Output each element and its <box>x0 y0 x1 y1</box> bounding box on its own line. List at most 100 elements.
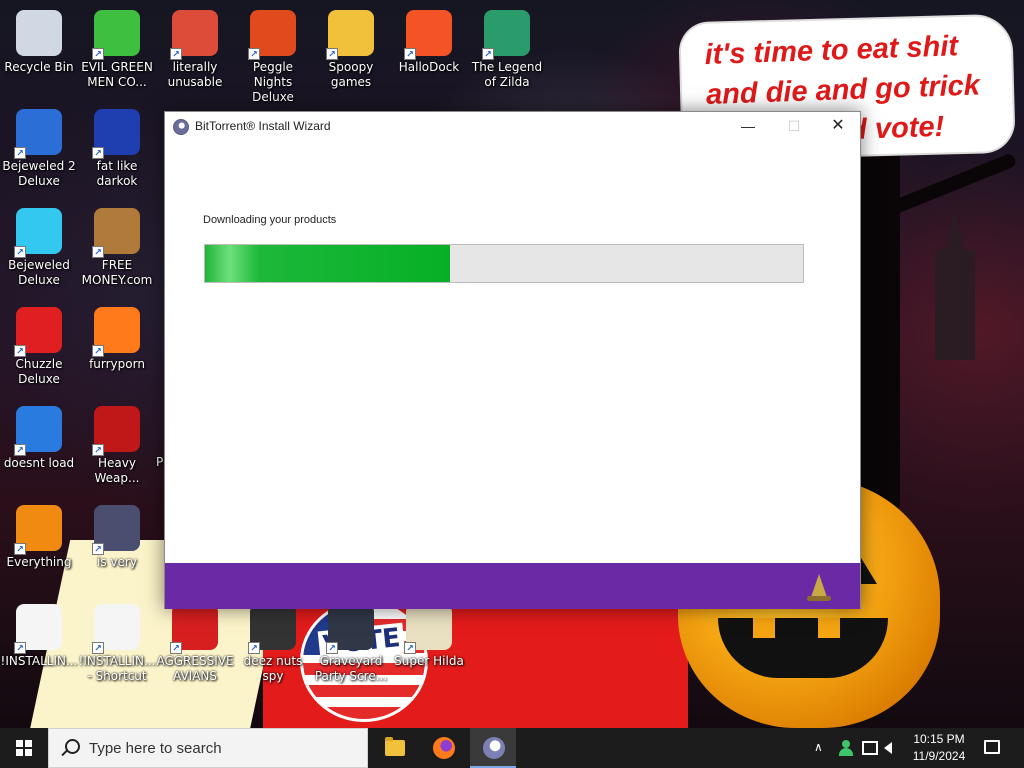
shortcut-arrow-icon: ↗ <box>326 642 338 654</box>
bejeweled-2-icon: ↗ <box>14 109 62 159</box>
search-icon <box>61 739 80 757</box>
shortcut-arrow-icon: ↗ <box>92 642 104 654</box>
download-status-text: Downloading your products <box>203 214 337 226</box>
graveyard-icon: ↗ <box>326 604 374 654</box>
shortcut-arrow-icon: ↗ <box>170 48 182 60</box>
radiation-icon: ↗ <box>92 406 140 456</box>
show-hidden-icons-button[interactable]: ∧ <box>814 740 830 756</box>
desktop-icon[interactable]: ↗ Super Hilda <box>390 598 468 690</box>
people-icon[interactable] <box>838 740 854 756</box>
firefox-icon: ↗ <box>92 307 140 357</box>
taskbar-bittorrent[interactable] <box>470 728 516 768</box>
document-icon: ↗ <box>14 604 62 654</box>
windows-logo-icon: ↗ <box>404 10 452 60</box>
windows-logo-icon <box>16 740 32 756</box>
minimize-button[interactable]: — <box>725 112 771 142</box>
desktop-icon-label: AGGRESSIVE AVIANS <box>156 654 234 683</box>
partial-icon-label: P <box>156 455 164 469</box>
desktop-icon-label: fat like darkok <box>96 159 138 188</box>
desktop-icon[interactable]: ↗ furryporn <box>78 301 156 393</box>
desktop-icon-label: Everything <box>6 555 72 569</box>
desktop-icon[interactable]: ↗ The Legend of Zilda <box>468 4 546 96</box>
desktop-icon[interactable]: ↗ Graveyard Party Scre... <box>312 598 390 690</box>
shortcut-arrow-icon: ↗ <box>92 147 104 159</box>
desktop-icon-label: EVIL GREEN MEN CO... <box>81 60 153 89</box>
chrome-icon: ↗ <box>170 10 218 60</box>
desktop-icon-label: HalloDock <box>398 60 460 74</box>
notification-center-icon[interactable] <box>984 740 1000 754</box>
desktop-icon[interactable]: ↗ is very <box>78 499 156 591</box>
desktop-icon-label: Spoopy games <box>328 60 374 89</box>
bittorrent-icon <box>483 737 505 759</box>
desktop-icon[interactable]: ↗ Spoopy games <box>312 4 390 96</box>
desktop-icon[interactable]: ↗ Bejeweled 2 Deluxe <box>0 103 78 195</box>
witch-hat-cursor-icon <box>807 574 831 601</box>
desktop-icon-label: Super Hilda <box>394 654 464 668</box>
money-bag-icon: ↗ <box>92 208 140 258</box>
taskbar-firefox[interactable] <box>421 728 467 768</box>
shortcut-arrow-icon: ↗ <box>92 543 104 555</box>
shortcut-arrow-icon: ↗ <box>14 246 26 258</box>
desktop-icon[interactable]: ↗ !INSTALLIN... <box>0 598 78 690</box>
desktop-icon-label: !INSTALLIN... <box>0 654 78 668</box>
desktop-icon[interactable]: ↗ !INSTALLIN... - Shortcut <box>78 598 156 690</box>
diamond-icon: ↗ <box>14 208 62 258</box>
desktop-icon-label: is very <box>97 555 137 569</box>
close-button[interactable]: ✕ <box>815 112 861 142</box>
desktop-icon-label: Graveyard Party Scre... <box>314 654 388 683</box>
desktop-icon[interactable]: ↗ Chuzzle Deluxe <box>0 301 78 393</box>
desktop-icon[interactable]: ↗ fat like darkok <box>78 103 156 195</box>
bittorrent-logo-icon <box>173 119 189 135</box>
shortcut-arrow-icon: ↗ <box>14 543 26 555</box>
shortcut-arrow-icon: ↗ <box>170 642 182 654</box>
clock-time: 10:15 PM <box>913 732 965 746</box>
desktop-icon[interactable]: ↗ Bejeweled Deluxe <box>0 202 78 294</box>
desktop-icon[interactable]: ↗ HalloDock <box>390 4 468 96</box>
taskbar-clock[interactable]: 10:15 PM 11/9/2024 <box>904 731 974 765</box>
desktop-icon-label: FREE MONEY.com <box>81 258 153 287</box>
window-title: BitTorrent® Install Wizard <box>195 119 331 133</box>
desktop-icon[interactable]: ↗ doesnt load <box>0 400 78 492</box>
desktop-icon[interactable]: Recycle Bin <box>0 4 78 96</box>
desktop-icon[interactable]: ↗ FREE MONEY.com <box>78 202 156 294</box>
window-stack-icon: ↗ <box>248 604 296 654</box>
desktop-icon[interactable]: ↗ Peggle Nights Deluxe <box>234 4 312 104</box>
window-footer-band <box>165 563 860 609</box>
taskbar: Type here to search ∧ 10:15 PM 11/9/2024 <box>0 728 1024 768</box>
desktop-icon-label: deez nuts spy <box>243 654 303 683</box>
shortcut-arrow-icon: ↗ <box>482 48 494 60</box>
volume-icon[interactable] <box>884 742 892 754</box>
network-icon[interactable] <box>862 741 878 755</box>
desktop-icon[interactable]: ↗ Everything <box>0 499 78 591</box>
desktop-icon[interactable]: ↗ AGGRESSIVE AVIANS <box>156 598 234 690</box>
taskbar-file-explorer[interactable] <box>372 728 418 768</box>
church-silhouette <box>935 210 975 360</box>
maximize-button[interactable]: ☐ <box>771 112 817 142</box>
file-explorer-icon <box>385 737 405 756</box>
desktop-icon-label: literally unusable <box>167 60 223 89</box>
desktop-icon-label: Bejeweled Deluxe <box>8 258 70 287</box>
recycle-bin-icon <box>16 10 62 56</box>
pumpkin-mouth <box>718 618 888 678</box>
taskbar-search-box[interactable]: Type here to search <box>48 728 368 768</box>
chuzzle-icon: ↗ <box>14 307 62 357</box>
angry-bird-icon: ↗ <box>170 604 218 654</box>
shortcut-arrow-icon: ↗ <box>14 147 26 159</box>
desktop-icon-label: The Legend of Zilda <box>471 60 543 89</box>
desktop-icon[interactable]: ↗ Heavy Weap... <box>78 400 156 492</box>
window-titlebar[interactable]: BitTorrent® Install Wizard — ☐ ✕ <box>165 112 860 142</box>
desktop-icon-label: !INSTALLIN... - Shortcut <box>78 654 156 683</box>
shortcut-arrow-icon: ↗ <box>14 345 26 357</box>
desktop-icon[interactable]: ↗ EVIL GREEN MEN CO... <box>78 4 156 96</box>
desktop-icon-label: Bejeweled 2 Deluxe <box>2 159 76 188</box>
shortcut-arrow-icon: ↗ <box>92 48 104 60</box>
install-wizard-window: BitTorrent® Install Wizard — ☐ ✕ Downloa… <box>164 111 861 609</box>
desktop-icon[interactable]: ↗ deez nuts spy <box>234 598 312 690</box>
start-button[interactable] <box>0 728 48 768</box>
document-shortcut-icon: ↗ <box>92 604 140 654</box>
desktop-icon-label: Chuzzle Deluxe <box>15 357 63 386</box>
shortcut-arrow-icon: ↗ <box>92 444 104 456</box>
shortcut-arrow-icon: ↗ <box>92 246 104 258</box>
desktop-icon-label: doesnt load <box>3 456 75 470</box>
desktop-icon[interactable]: ↗ literally unusable <box>156 4 234 96</box>
